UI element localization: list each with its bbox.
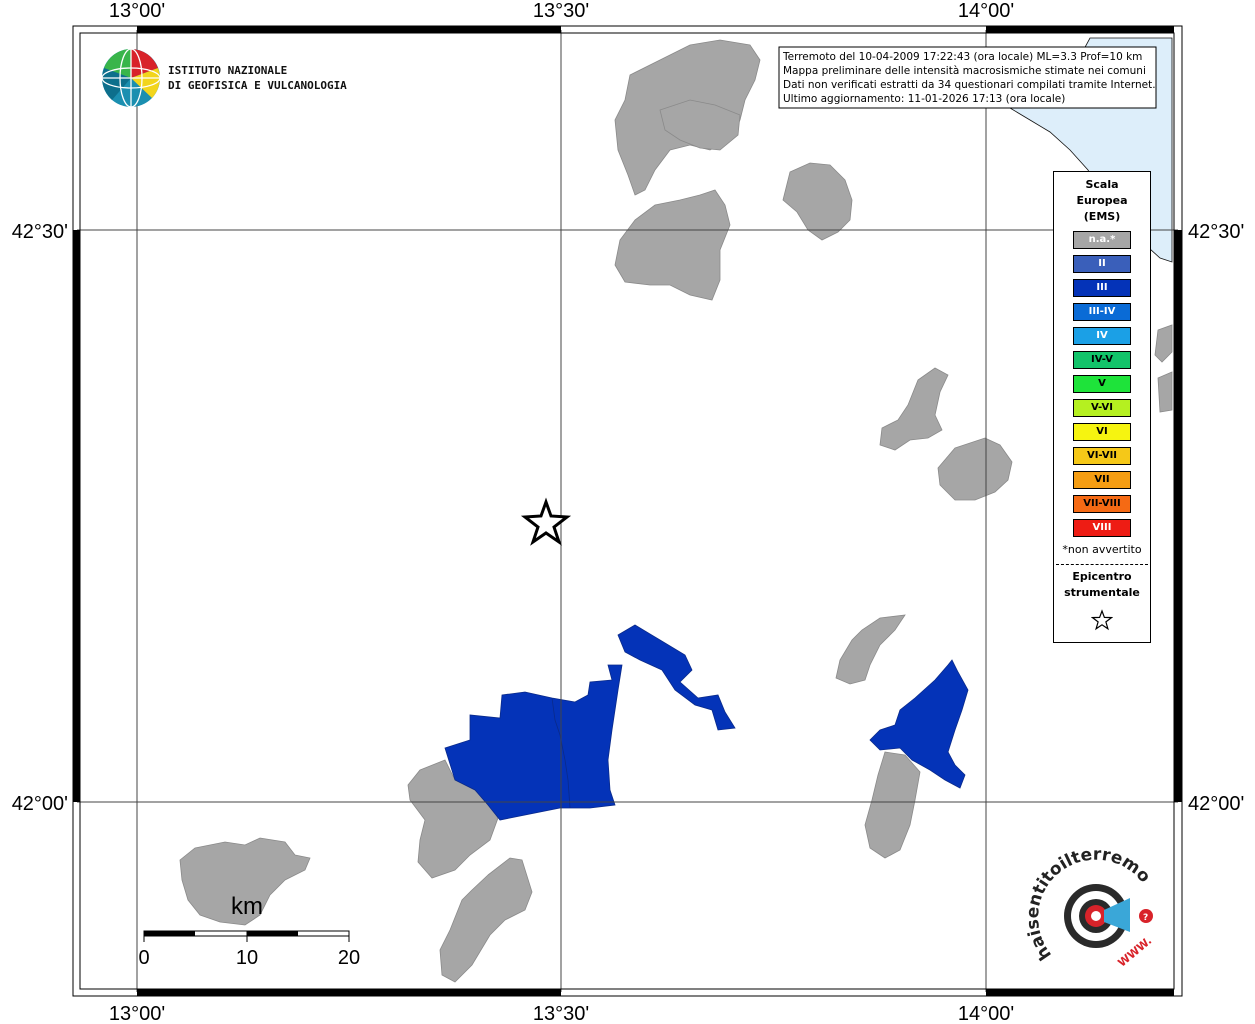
municipality-na [1154,324,1173,363]
tick-label: 13°00' [109,1003,165,1024]
tick-label: 14°00' [958,0,1014,22]
legend-star-icon [1090,609,1114,631]
municipality-na [835,614,906,685]
legend-item: V [1073,375,1131,393]
legend-item: IV-V [1073,351,1131,369]
tick-label: 13°30' [533,0,589,22]
scale-label: 20 [338,947,360,969]
tick-label: 14°00' [958,1003,1014,1024]
legend-item: VII [1073,471,1131,489]
info-line: Dati non verificati estratti da 34 quest… [783,79,1156,91]
ingv-name-line1: ISTITUTO NAZIONALE [168,64,287,77]
tick-label: 42°00' [1188,793,1244,815]
legend-note: *non avvertito [1062,543,1142,556]
legend-epicenter-title: Epicentro strumentale [1054,569,1150,601]
municipality-na [614,189,731,301]
municipality-na [782,162,853,241]
legend-item: III [1073,279,1131,297]
legend-item: IV [1073,327,1131,345]
tick-label: 13°30' [533,1003,589,1024]
legend-title: Scala Europea (EMS) [1054,177,1150,225]
legend-epicenter-line: strumentale [1064,586,1140,599]
legend-epicenter-line: Epicentro [1072,570,1132,583]
info-line: Ultimo aggiornamento: 11-01-2026 17:13 (… [783,93,1065,105]
event-info-box: Terremoto del 10-04-2009 17:22:43 (ora l… [778,46,1157,109]
legend-title-line: Scala [1085,178,1119,191]
tick-label: 13°00' [109,0,165,22]
tick-label: 42°30' [1188,221,1244,243]
legend-title-line: Europea [1076,194,1128,207]
info-line: Terremoto del 10-04-2009 17:22:43 (ora l… [782,51,1142,63]
legend-item: n.a.* [1073,231,1131,249]
ems-legend: Scala Europea (EMS) n.a.* II III III-IV IV IV… [1053,171,1151,643]
hsit-www: WWW. [1116,934,1155,969]
scale-unit: km [231,893,263,920]
legend-item: VII-VIII [1073,495,1131,513]
legend-item: VIII [1073,519,1131,537]
municipality-na [879,367,949,451]
ingv-logo: ISTITUTO NAZIONALE DI GEOFISICA E VULCAN… [101,48,347,108]
right-tick-labels: 42°30' 42°00' [1188,221,1244,815]
legend-divider [1056,564,1148,565]
scale-label: 0 [138,947,149,969]
legend-title-line: (EMS) [1083,210,1121,223]
legend-items: n.a.* II III III-IV IV IV-V V V-VI VI VI-VII VII VI… [1054,231,1150,537]
legend-item: VI [1073,423,1131,441]
municipality-iii [617,624,736,731]
legend-star [1054,609,1150,635]
scale-bar: km 0 10 20 [138,893,360,969]
municipalities-na [179,39,1173,983]
legend-item: II [1073,255,1131,273]
tick-label: 42°30' [12,221,68,243]
ingv-name-line2: DI GEOFISICA E VULCANOLOGIA [168,79,347,92]
legend-item: VI-VII [1073,447,1131,465]
top-tick-labels: 13°00' 13°30' 14°00' [109,0,1014,22]
municipality-na [439,857,533,983]
municipality-na [1157,371,1173,413]
scale-label: 10 [236,947,258,969]
municipality-na [937,437,1013,501]
tick-label: 42°00' [12,793,68,815]
legend-item: III-IV [1073,303,1131,321]
left-tick-labels: 42°30' 42°00' [12,221,68,815]
info-line: Mappa preliminare delle intensità macros… [783,65,1146,77]
legend-item: V-VI [1073,399,1131,417]
municipality-na [864,751,921,859]
svg-text:?: ? [1143,913,1148,923]
bottom-tick-labels: 13°00' 13°30' 14°00' [109,1003,1014,1024]
